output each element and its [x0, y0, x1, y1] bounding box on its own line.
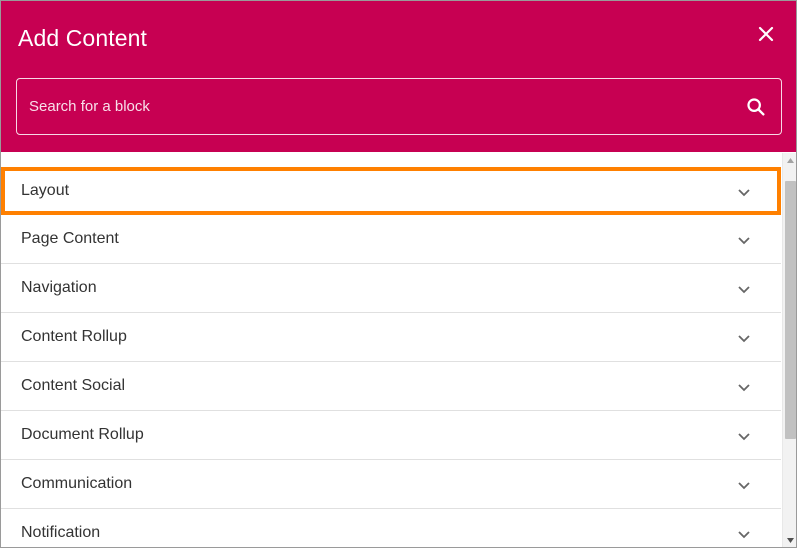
category-list: Layout Page Content Navigation Content R…: [1, 167, 781, 547]
category-content-rollup[interactable]: Content Rollup: [1, 313, 781, 362]
chevron-down-icon: [738, 384, 750, 392]
chevron-down-icon: [738, 433, 750, 441]
chevron-down-icon: [738, 335, 750, 343]
dialog-title: Add Content: [18, 25, 147, 51]
scroll-down-arrow-icon[interactable]: [786, 536, 795, 545]
add-content-dialog: Add Content Layout Page Content: [0, 0, 797, 548]
chevron-down-icon: [738, 482, 750, 490]
search-icon[interactable]: [745, 96, 767, 118]
dialog-header: Add Content: [1, 1, 796, 152]
category-layout[interactable]: Layout: [1, 167, 781, 215]
scrollbar-thumb[interactable]: [785, 181, 796, 439]
search-box: [16, 78, 782, 135]
category-label: Document Rollup: [21, 426, 144, 443]
close-icon: [758, 26, 774, 42]
chevron-down-icon: [738, 189, 750, 197]
category-label: Navigation: [21, 279, 97, 296]
category-content-social[interactable]: Content Social: [1, 362, 781, 411]
category-page-content[interactable]: Page Content: [1, 215, 781, 264]
category-label: Content Social: [21, 377, 126, 394]
chevron-down-icon: [738, 237, 750, 245]
vertical-scrollbar[interactable]: [782, 153, 796, 547]
category-label: Communication: [21, 475, 133, 492]
chevron-down-icon: [738, 286, 750, 294]
category-label: Page Content: [21, 230, 119, 247]
scroll-up-arrow-icon[interactable]: [786, 156, 795, 165]
category-navigation[interactable]: Navigation: [1, 264, 781, 313]
category-label: Content Rollup: [21, 328, 127, 345]
chevron-down-icon: [738, 531, 750, 539]
category-document-rollup[interactable]: Document Rollup: [1, 411, 781, 460]
search-input[interactable]: [29, 79, 729, 134]
category-label: Notification: [21, 524, 101, 541]
category-label: Layout: [21, 182, 70, 199]
category-communication[interactable]: Communication: [1, 460, 781, 509]
category-notification[interactable]: Notification: [1, 509, 781, 547]
close-button[interactable]: [753, 21, 779, 47]
